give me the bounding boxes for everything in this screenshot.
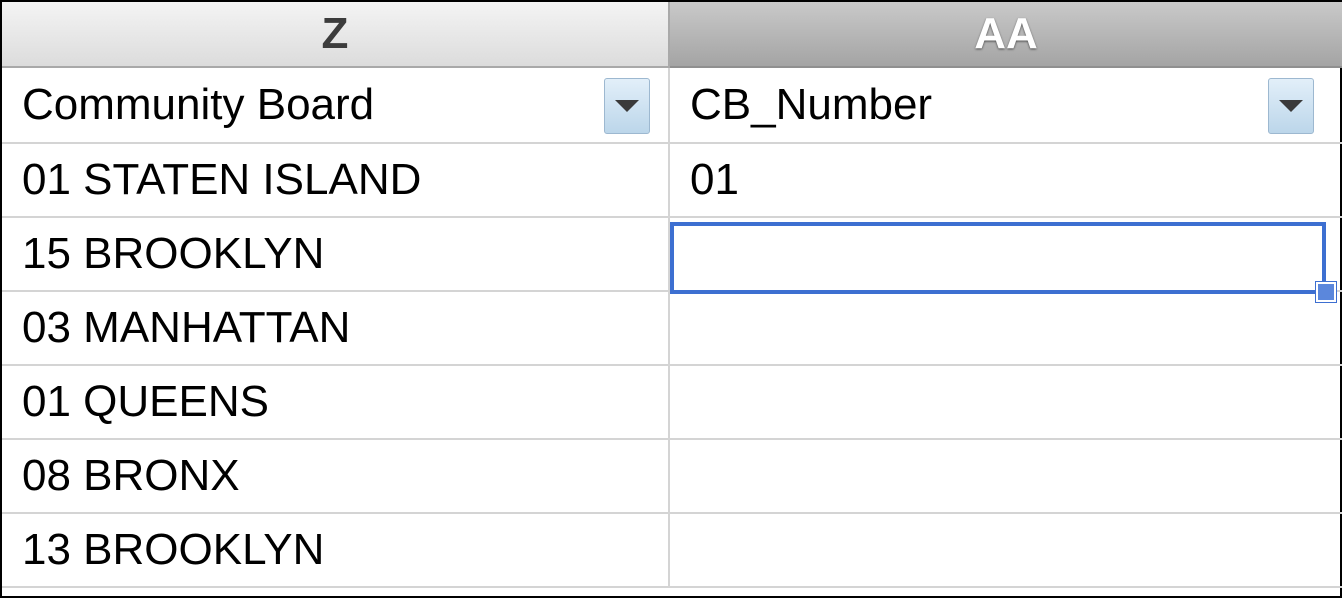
column-header-z-label: Z <box>321 9 349 58</box>
cell-text: 01 STATEN ISLAND <box>22 155 422 204</box>
cell-aa2[interactable]: 01 <box>670 144 1342 218</box>
dropdown-arrow-icon <box>615 100 639 112</box>
cell-aa6[interactable] <box>670 440 1342 514</box>
column-header-aa-label: AA <box>974 9 1038 58</box>
cell-z2[interactable]: 01 STATEN ISLAND <box>2 144 670 218</box>
fill-handle[interactable] <box>1315 281 1337 303</box>
cell-aa4[interactable] <box>670 292 1342 366</box>
cell-z5[interactable]: 01 QUEENS <box>2 366 670 440</box>
cell-z4[interactable]: 03 MANHATTAN <box>2 292 670 366</box>
cell-text: 03 MANHATTAN <box>22 303 351 352</box>
header-label-cb-number: CB_Number <box>690 80 933 129</box>
header-label-community-board: Community Board <box>22 80 375 129</box>
cell-text: 01 <box>690 155 739 204</box>
cell-text: 15 BROOKLYN <box>22 229 325 278</box>
filter-dropdown-community-board[interactable] <box>604 78 650 134</box>
selected-cell-outline <box>670 222 1326 294</box>
header-cell-community-board[interactable]: Community Board <box>2 68 670 144</box>
cell-aa5[interactable] <box>670 366 1342 440</box>
cell-aa7[interactable] <box>670 514 1342 588</box>
column-header-aa[interactable]: AA <box>670 2 1342 68</box>
cell-z6[interactable]: 08 BRONX <box>2 440 670 514</box>
filter-dropdown-cb-number[interactable] <box>1268 78 1314 134</box>
cell-text: 01 QUEENS <box>22 377 269 426</box>
dropdown-arrow-icon <box>1279 100 1303 112</box>
cell-z7[interactable]: 13 BROOKLYN <box>2 514 670 588</box>
column-header-z[interactable]: Z <box>2 2 670 68</box>
cell-z3[interactable]: 15 BROOKLYN <box>2 218 670 292</box>
header-cell-cb-number[interactable]: CB_Number <box>670 68 1342 144</box>
cell-text: 08 BRONX <box>22 451 240 500</box>
cell-text: 13 BROOKLYN <box>22 525 325 574</box>
spreadsheet: Z AA Community Board CB_Number 01 STATEN… <box>0 0 1342 598</box>
